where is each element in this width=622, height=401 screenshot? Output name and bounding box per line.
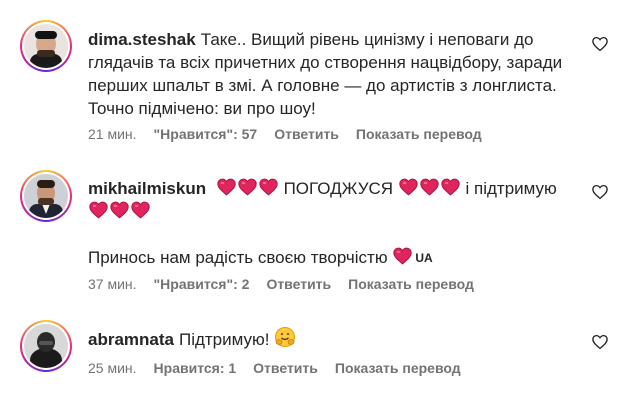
heart-emoji-icon	[110, 201, 129, 219]
translate-button[interactable]: Показать перевод	[356, 126, 482, 142]
comment-username[interactable]: mikhailmiskun	[88, 179, 206, 198]
likes-count[interactable]: "Нравится": 2	[154, 276, 250, 292]
flag-ua-label: UA	[415, 251, 433, 265]
comment-body: ПОГОДЖУСЯ	[283, 179, 394, 198]
heart-emoji-icon	[238, 178, 257, 196]
comment-body: і підтримую	[465, 179, 557, 198]
avatar[interactable]	[20, 320, 72, 372]
heart-emoji-icon	[399, 178, 418, 196]
heart-emoji-icon	[420, 178, 439, 196]
translate-button[interactable]: Показать перевод	[335, 360, 461, 376]
avatar[interactable]	[20, 170, 72, 222]
comment-time[interactable]: 37 мин.	[88, 276, 137, 292]
translate-button[interactable]: Показать перевод	[348, 276, 474, 292]
comment-body: Принось нам радість своєю творчістю	[88, 248, 388, 267]
heart-emoji-icon	[217, 178, 236, 196]
comment-meta: 21 мин. "Нравится": 57 Ответить Показать…	[88, 126, 499, 142]
avatar-photo	[24, 324, 68, 368]
reply-button[interactable]: Ответить	[253, 360, 318, 376]
heart-emoji-icon	[89, 201, 108, 219]
likes-count[interactable]: "Нравится": 57	[154, 126, 258, 142]
like-heart-icon[interactable]	[591, 35, 609, 53]
avatar[interactable]	[20, 20, 72, 72]
comment-time[interactable]: 21 мин.	[88, 126, 137, 142]
heart-emoji-icon	[441, 178, 460, 196]
avatar-photo	[24, 174, 68, 218]
comment-time[interactable]: 25 мин.	[88, 360, 137, 376]
reply-button[interactable]: Ответить	[274, 126, 339, 142]
heart-emoji-icon	[131, 201, 150, 219]
hugging-face-emoji-icon	[275, 327, 296, 347]
like-heart-icon[interactable]	[591, 333, 609, 351]
comment-text: abramnata Підтримую!	[88, 326, 580, 351]
like-heart-icon[interactable]	[591, 183, 609, 201]
comment-text: mikhailmiskun ПОГОДЖУСЯ і підтримую Прин…	[88, 177, 580, 270]
avatar-photo	[24, 24, 68, 68]
heart-emoji-icon	[259, 178, 278, 196]
likes-count[interactable]: Нравится: 1	[154, 360, 237, 376]
comment-body: Підтримую!	[178, 330, 270, 349]
comment-username[interactable]: abramnata	[88, 330, 174, 349]
comment-text: dima.steshak Таке.. Вищий рівень цинізму …	[88, 28, 580, 120]
comment-username[interactable]: dima.steshak	[88, 30, 196, 49]
comment-meta: 25 мин. Нравится: 1 Ответить Показать пе…	[88, 360, 478, 376]
comment-meta: 37 мин. "Нравится": 2 Ответить Показать …	[88, 276, 491, 292]
heart-emoji-icon	[393, 247, 412, 265]
reply-button[interactable]: Ответить	[266, 276, 331, 292]
